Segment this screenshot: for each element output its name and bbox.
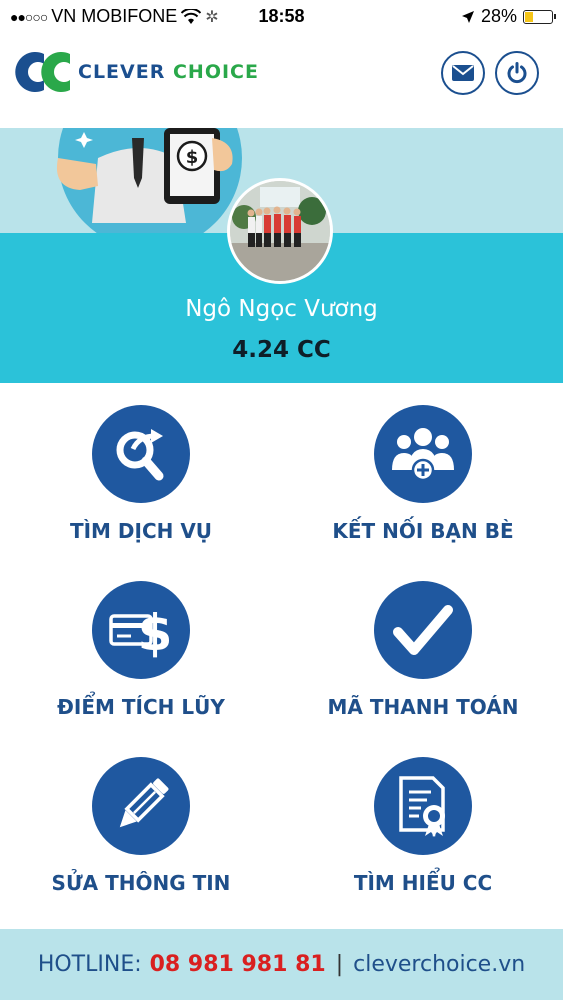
menu-item-icon-circle [92,405,190,503]
battery-percent: 28% [480,6,517,26]
app-header: CLEVER CHOICE [0,34,563,129]
brand-name-part1: CLEVER [78,61,166,83]
checkmark-icon [393,605,453,655]
menu-item-label: ĐIỂM TÍCH LŨY [57,695,225,719]
brand-name: CLEVER CHOICE [78,61,259,83]
menu-item-learn-cc[interactable]: TÌM HIỂU CC [282,735,563,911]
brand-name-part2: CHOICE [172,61,259,83]
mail-icon [452,65,474,81]
menu-item-icon-circle [374,757,472,855]
avatar[interactable] [227,178,333,284]
battery-icon [523,9,556,24]
menu-grid: TÌM DỊCH VỤ KẾT NỐI BẠN BÈ $ ĐIỂM TÍCH L… [0,383,563,929]
power-icon [507,62,527,84]
hotline-label: HOTLINE: [37,952,142,977]
logo[interactable]: CLEVER CHOICE [14,46,259,98]
menu-item-label: MÃ THANH TOÁN [327,695,519,719]
avatar-photo [230,181,330,281]
menu-item-label: TÌM HIỂU CC [353,871,493,895]
menu-item-payment-code[interactable]: MÃ THANH TOÁN [282,559,563,735]
menu-item-icon-circle [374,581,472,679]
card-dollar-icon: $ [109,604,173,658]
location-arrow-icon [461,10,474,23]
menu-item-reward-points[interactable]: $ ĐIỂM TÍCH LŨY [0,559,282,735]
profile-balance: 4.24 CC [232,337,331,363]
pencil-icon [119,778,169,828]
menu-item-find-service[interactable]: TÌM DỊCH VỤ [0,383,282,559]
menu-item-label: TÌM DỊCH VỤ [69,519,213,543]
menu-item-icon-circle [374,405,472,503]
footer-hotline-bar: HOTLINE: 08 981 981 81 | cleverchoice.vn [0,929,563,1000]
profile-name: Ngô Ngọc Vương [185,296,378,322]
menu-item-edit-info[interactable]: SỬA THÔNG TIN [0,735,282,911]
search-service-icon [116,429,164,481]
footer-separator: | [335,952,344,977]
website-link[interactable]: cleverchoice.vn [353,952,525,977]
logout-button[interactable] [495,51,539,95]
menu-item-connect-friends[interactable]: KẾT NỐI BẠN BÈ [282,383,563,559]
menu-item-label: SỬA THÔNG TIN [51,871,231,895]
menu-item-icon-circle [92,757,190,855]
svg-text:$: $ [186,147,199,168]
cc-logo-icon [15,52,70,92]
friends-icon [392,428,454,482]
svg-text:$: $ [138,604,173,658]
status-bar: ●●○○○ VN MOBIFONE ✲ 18:58 28% [0,0,563,34]
certificate-icon [399,776,445,837]
menu-item-label: KẾT NỐI BẠN BÈ [332,519,514,543]
battery-level [525,11,533,22]
menu-item-icon-circle: $ [92,581,190,679]
hotline-phone-link[interactable]: 08 981 981 81 [150,952,326,977]
mail-button[interactable] [441,51,485,95]
